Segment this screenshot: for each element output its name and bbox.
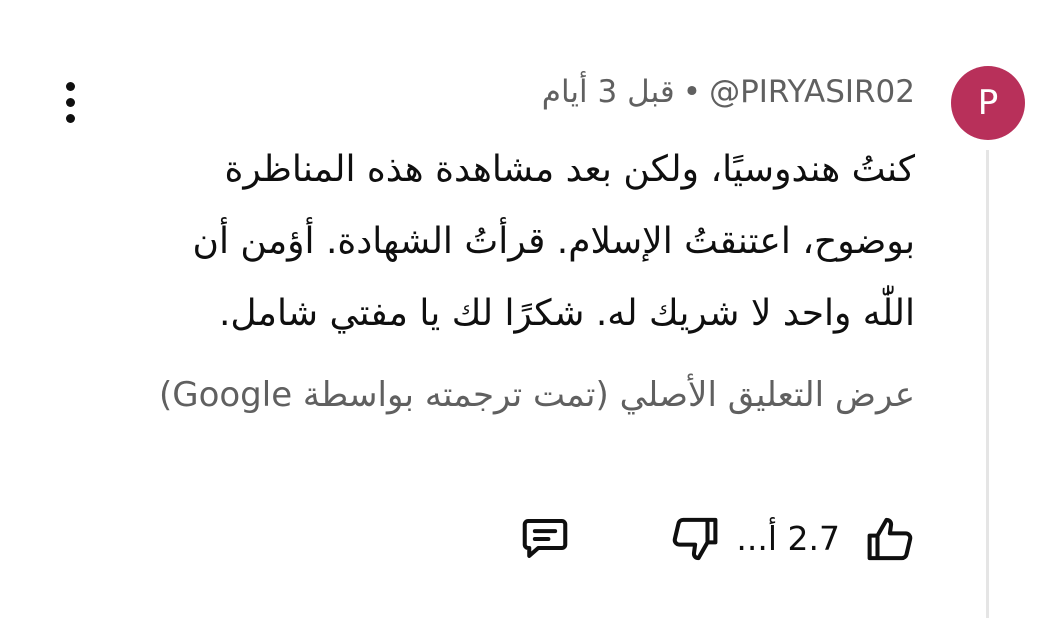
thumb-down-icon — [672, 517, 718, 561]
comment-text: كنتُ هندوسيًا، ولكن بعد مشاهدة هذه المنا… — [192, 149, 915, 334]
reply-button[interactable] — [518, 512, 572, 566]
show-original-link[interactable]: عرض التعليق الأصلي (تمت ترجمته بواسطة Go… — [159, 370, 915, 420]
more-vert-icon — [66, 82, 75, 91]
comment-thread-line — [986, 150, 989, 618]
dislike-button[interactable] — [667, 512, 721, 566]
comment-meta: @PIRYASIR02•قبل 3 أيام — [542, 70, 915, 114]
thumb-up-icon — [867, 517, 913, 561]
more-options-button[interactable] — [56, 78, 86, 126]
like-count: 2.7 أ... — [736, 519, 840, 558]
comment-icon — [522, 518, 568, 558]
comment-timestamp[interactable]: قبل 3 أيام — [542, 74, 675, 110]
avatar[interactable]: P — [951, 66, 1025, 140]
meta-separator: • — [682, 74, 702, 110]
avatar-letter: P — [977, 83, 999, 123]
like-button[interactable] — [864, 512, 918, 566]
author-handle[interactable]: @PIRYASIR02 — [709, 70, 915, 114]
